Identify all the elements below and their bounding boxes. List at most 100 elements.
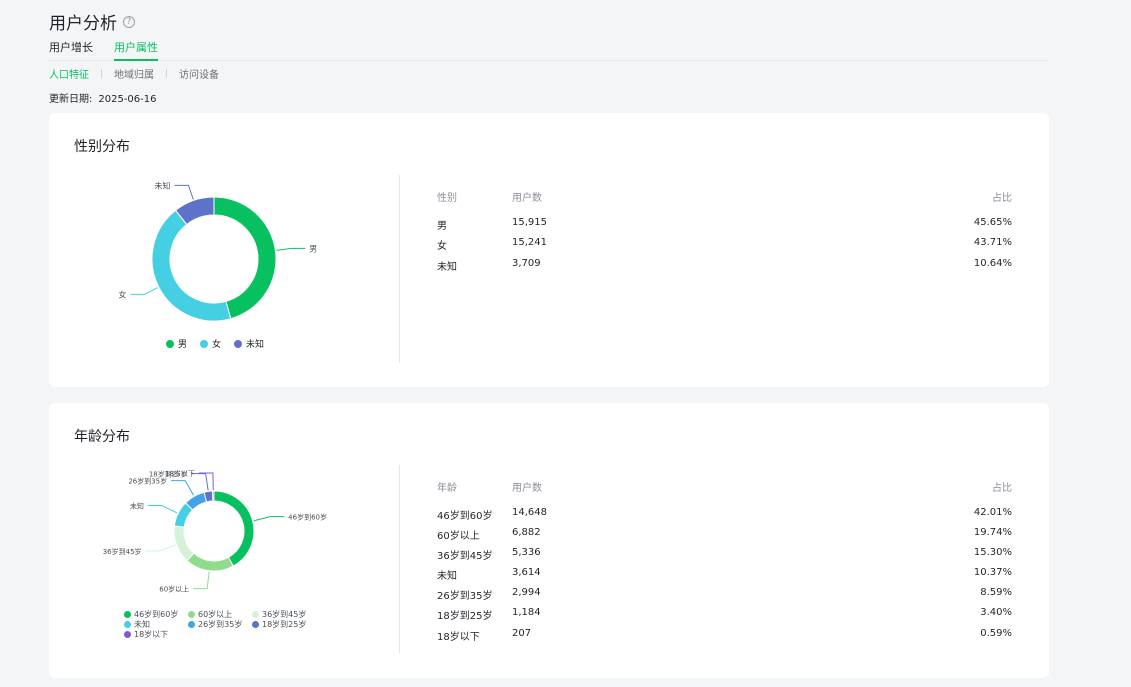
col-header-gender: 性别 — [437, 193, 457, 204]
legend-dot — [200, 339, 208, 348]
cell-users: 3,614 — [512, 567, 541, 578]
cell-pct: 43.71% — [973, 237, 1012, 248]
slice-label: 未知 — [154, 180, 170, 190]
cell-users: 3,709 — [512, 258, 541, 269]
slice-leader-line — [130, 287, 159, 295]
cell-name: 26岁到35岁 — [437, 591, 493, 602]
legend-item-18-25[interactable]: 18岁到25岁 — [252, 619, 306, 630]
legend-dot — [252, 621, 259, 628]
table-row: 46岁到60岁 14,648 42.01% — [437, 507, 1012, 522]
cell-users: 14,648 — [512, 507, 547, 518]
slice-leader-line — [171, 480, 195, 496]
slice-label: 女 — [118, 289, 126, 299]
legend-dot — [124, 611, 131, 618]
legend-dot — [124, 631, 131, 638]
slice-label: 18岁以下 — [165, 469, 195, 478]
cell-users: 1,184 — [512, 607, 541, 618]
slice-label: 未知 — [130, 502, 144, 511]
cell-users: 5,336 — [512, 547, 541, 558]
donut-slice[interactable] — [173, 525, 195, 562]
slice-label: 60岁以上 — [159, 585, 189, 594]
legend-item-26-35[interactable]: 26岁到35岁 — [188, 619, 242, 630]
gender-donut-chart: 男女 未知 — [118, 180, 317, 322]
col-header-users: 用户数 — [512, 193, 542, 204]
col-header-age: 年龄 — [437, 483, 457, 494]
cell-pct: 10.64% — [973, 258, 1012, 269]
card-divider — [399, 175, 400, 363]
age-donut-chart: 46岁到60岁60岁以上36岁到45岁未知26岁到35岁18岁到25岁18岁以下 — [103, 469, 327, 594]
table-row: 未知 3,709 10.64% — [437, 258, 1012, 273]
subtab-device[interactable]: 访问设备 — [179, 66, 219, 81]
table-row: 60岁以上 6,882 19.74% — [437, 527, 1012, 542]
table-row: 女 15,241 43.71% — [437, 237, 1012, 252]
cell-pct: 0.59% — [980, 628, 1012, 639]
table-row: 男 15,915 45.65% — [437, 217, 1012, 232]
subtab-region[interactable]: 地域归属 — [114, 66, 154, 81]
cell-pct: 8.59% — [980, 587, 1012, 598]
subtab-divider — [166, 69, 167, 78]
slice-leader-line — [145, 544, 176, 552]
donut-slice[interactable] — [151, 209, 232, 322]
donut-slice[interactable] — [186, 552, 234, 572]
cell-name: 46岁到60岁 — [437, 511, 493, 522]
table-header-row: 年龄 用户数 占比 — [437, 479, 1012, 494]
cell-name: 18岁以下 — [437, 632, 480, 643]
page-title: 用户分析 — [49, 14, 117, 34]
cell-pct: 15.30% — [973, 547, 1012, 558]
donut-slice[interactable] — [213, 490, 255, 567]
col-header-users: 用户数 — [512, 483, 542, 494]
slice-leader-line — [276, 247, 306, 251]
update-date-label: 更新日期: — [49, 94, 93, 105]
cell-users: 2,994 — [512, 587, 541, 598]
cell-name: 60岁以上 — [437, 531, 480, 542]
slice-label: 46岁到60岁 — [288, 513, 327, 522]
slice-label: 36岁到45岁 — [103, 547, 142, 556]
subtab-demographics[interactable]: 人口特征 — [49, 66, 89, 81]
col-header-pct: 占比 — [992, 483, 1012, 494]
cell-name: 18岁到25岁 — [437, 611, 493, 622]
cell-name: 女 — [437, 241, 447, 252]
age-distribution-card: 年龄分布 46岁到60岁 60岁以上 36岁到45岁 未知 26岁到35岁 18岁到25岁… — [49, 403, 1049, 678]
donut-slice[interactable] — [213, 196, 277, 320]
slice-leader-line — [253, 516, 285, 522]
title-row: 用户分析 ? — [49, 9, 135, 34]
legend-dot — [124, 621, 131, 628]
cell-pct: 42.01% — [973, 507, 1012, 518]
legend-item-male[interactable]: 男 — [166, 337, 187, 350]
tab-user-attributes[interactable]: 用户属性 — [114, 41, 158, 61]
donut-slice[interactable] — [211, 490, 215, 502]
cell-name: 未知 — [437, 571, 457, 582]
main-tabs: 用户增长 用户属性 — [49, 41, 1049, 61]
cell-pct: 10.37% — [973, 567, 1012, 578]
question-circle-icon[interactable]: ? — [123, 15, 135, 28]
legend-dot — [234, 339, 242, 348]
table-row: 26岁到35岁 2,994 8.59% — [437, 587, 1012, 602]
cell-users: 15,915 — [512, 217, 547, 228]
update-date-value: 2025-06-16 — [98, 94, 157, 105]
cell-name: 男 — [437, 221, 447, 232]
gender-distribution-card: 性别分布 男女未知 男 女 未知 性别 用户数 占比 男 15,915 45.6… — [49, 113, 1049, 387]
table-row: 18岁到25岁 1,184 3.40% — [437, 607, 1012, 622]
legend-item-female[interactable]: 女 — [200, 337, 221, 350]
legend-dot — [166, 339, 174, 348]
table-row: 18岁以下 207 0.59% — [437, 628, 1012, 643]
cell-pct: 45.65% — [973, 217, 1012, 228]
legend-item-unknown[interactable]: 未知 — [234, 337, 264, 350]
legend-dot — [252, 611, 259, 618]
table-row: 36岁到45岁 5,336 15.30% — [437, 547, 1012, 562]
cell-name: 未知 — [437, 262, 457, 273]
legend-dot — [188, 611, 195, 618]
cell-pct: 3.40% — [980, 607, 1012, 618]
col-header-pct: 占比 — [992, 193, 1012, 204]
cell-users: 207 — [512, 628, 532, 639]
table-row: 未知 3,614 10.37% — [437, 567, 1012, 582]
cell-pct: 19.74% — [973, 527, 1012, 538]
slice-leader-line — [147, 505, 178, 514]
tab-user-growth[interactable]: 用户增长 — [49, 41, 93, 61]
slice-leader-line — [174, 184, 194, 200]
slice-leader-line — [193, 571, 210, 590]
update-date-row: 更新日期: 2025-06-16 — [49, 90, 157, 105]
cell-users: 15,241 — [512, 237, 547, 248]
legend-item-under-18[interactable]: 18岁以下 — [124, 629, 168, 640]
slice-label: 男 — [309, 244, 317, 253]
